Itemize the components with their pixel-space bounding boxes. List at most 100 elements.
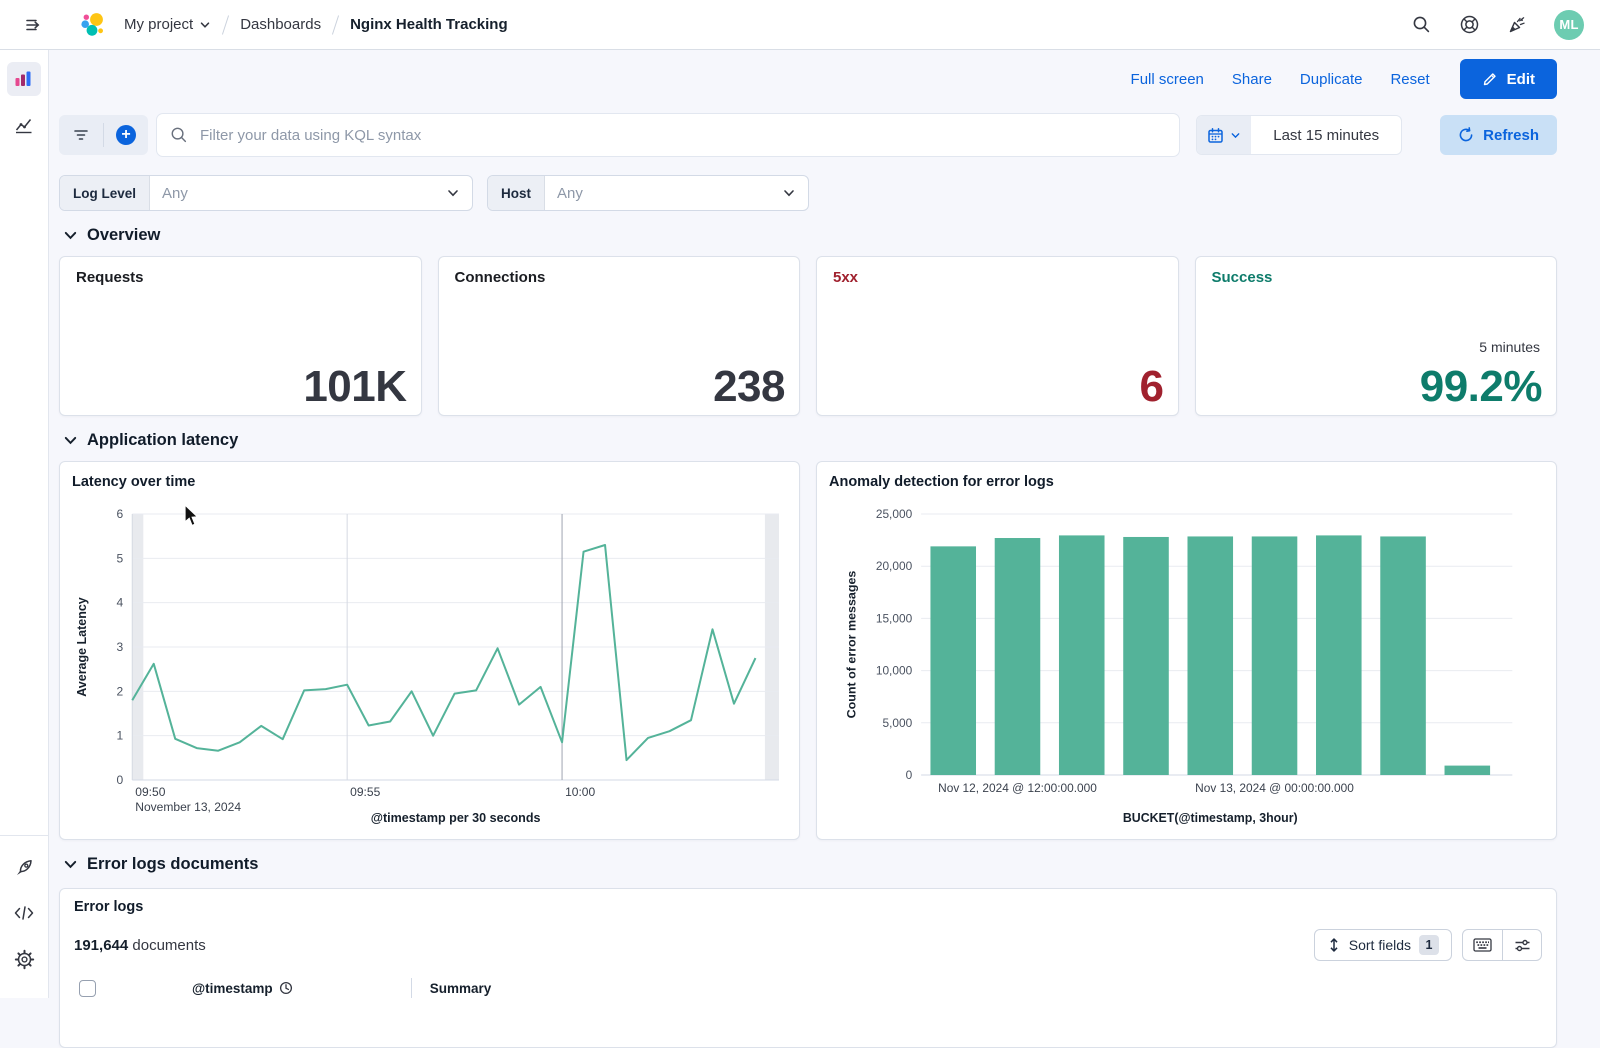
duplicate-button[interactable]: Duplicate — [1300, 71, 1363, 88]
top-header: My project Dashboards Nginx Health Track… — [0, 0, 1600, 50]
menu-toggle-button[interactable] — [16, 8, 50, 42]
sidebar-item-devtools[interactable] — [7, 896, 41, 930]
project-name: My project — [124, 16, 193, 33]
elastic-logo-icon — [78, 10, 108, 40]
svg-text:09:50: 09:50 — [135, 785, 165, 799]
search-icon — [170, 126, 188, 144]
svg-text:4: 4 — [117, 596, 124, 610]
filter-icon — [72, 127, 90, 143]
section-error-docs-title: Error logs documents — [87, 855, 258, 874]
left-sidebar — [0, 50, 49, 998]
sort-fields-label: Sort fields — [1349, 937, 1411, 953]
timestamp-column-label: @timestamp — [192, 981, 273, 996]
breadcrumb-project[interactable]: My project — [124, 16, 211, 33]
sidebar-item-visualize[interactable] — [7, 108, 41, 142]
section-latency-toggle[interactable]: Application latency — [63, 431, 1557, 450]
svg-text:10,000: 10,000 — [876, 664, 913, 678]
metric-cards-row: Requests 101K Connections 238 5xx 6 Succ… — [59, 256, 1557, 416]
sort-count-badge: 1 — [1419, 935, 1439, 955]
line-chart-icon — [14, 115, 34, 135]
svg-text:6: 6 — [117, 507, 124, 521]
sidebar-item-launch[interactable] — [7, 850, 41, 884]
log-level-filter-label: Log Level — [60, 176, 150, 210]
svg-text:5: 5 — [117, 551, 124, 565]
sidebar-item-dashboards[interactable] — [7, 62, 41, 96]
dashboard-toolbar: Full screen Share Duplicate Reset Edit — [59, 59, 1557, 99]
chevron-down-icon — [782, 186, 796, 200]
document-count: 191,644 documents — [74, 937, 206, 954]
menu-icon — [23, 15, 43, 35]
column-header-summary[interactable]: Summary — [430, 981, 492, 996]
grid-display-buttons — [1462, 929, 1542, 961]
svg-text:5,000: 5,000 — [882, 716, 912, 730]
breadcrumb-separator — [332, 15, 339, 34]
metric-title: 5xx — [833, 269, 1162, 286]
breadcrumb: My project Dashboards Nginx Health Track… — [124, 15, 508, 35]
section-overview-toggle[interactable]: Overview — [63, 226, 1557, 245]
svg-text:25,000: 25,000 — [876, 507, 913, 521]
column-separator — [411, 978, 412, 998]
svg-text:Nov 13, 2024 @ 00:00:00.000: Nov 13, 2024 @ 00:00:00.000 — [1195, 781, 1354, 795]
svg-text:15,000: 15,000 — [876, 611, 913, 625]
avatar[interactable]: ML — [1554, 10, 1584, 40]
svg-text:@timestamp per 30 seconds: @timestamp per 30 seconds — [371, 811, 541, 825]
calendar-menu-button[interactable] — [1197, 116, 1251, 154]
party-popper-icon — [1507, 14, 1528, 35]
time-range-value[interactable]: Last 15 minutes — [1251, 116, 1401, 154]
section-latency-title: Application latency — [87, 431, 238, 450]
refresh-button[interactable]: Refresh — [1440, 115, 1557, 155]
anomaly-bar-chart[interactable]: 05,00010,00015,00020,00025,000Nov 12, 20… — [829, 494, 1544, 828]
dashboard-content: Full screen Share Duplicate Reset Edit — [49, 50, 1600, 998]
svg-text:09:55: 09:55 — [350, 785, 380, 799]
chevron-down-icon — [1230, 130, 1241, 141]
latency-chart-panel: Latency over time 012345609:5009:5510:00… — [59, 461, 800, 840]
whats-new-button[interactable] — [1506, 14, 1528, 36]
svg-text:0: 0 — [906, 768, 913, 782]
code-icon — [13, 904, 35, 922]
logs-table-header: @timestamp Summary — [74, 978, 1542, 998]
error-logs-panel-title: Error logs — [74, 899, 1542, 915]
plus-icon: + — [116, 125, 136, 145]
summary-column-label: Summary — [430, 981, 492, 996]
display-options-button[interactable] — [1502, 930, 1541, 960]
rocket-icon — [14, 857, 35, 878]
dashboards-icon — [14, 69, 34, 89]
breadcrumb-dashboards[interactable]: Dashboards — [240, 16, 321, 33]
sidebar-item-settings[interactable] — [7, 942, 41, 976]
metric-value: 238 — [713, 365, 785, 409]
breadcrumb-separator — [222, 15, 229, 34]
document-count-suffix: documents — [128, 937, 206, 954]
sort-fields-button[interactable]: Sort fields 1 — [1314, 929, 1452, 961]
sort-icon — [1327, 937, 1341, 953]
log-level-filter-dropdown[interactable]: Log Level Any — [59, 175, 473, 211]
search-button[interactable] — [1410, 14, 1432, 36]
svg-text:BUCKET(@timestamp, 3hour): BUCKET(@timestamp, 3hour) — [1123, 811, 1298, 825]
latency-line-chart[interactable]: 012345609:5009:5510:00November 13, 2024@… — [72, 494, 787, 828]
saved-filters-button[interactable] — [59, 115, 103, 155]
section-error-docs-toggle[interactable]: Error logs documents — [63, 855, 1557, 874]
host-filter-dropdown[interactable]: Host Any — [487, 175, 809, 211]
svg-text:2: 2 — [117, 684, 124, 698]
metric-value: 101K — [303, 365, 406, 409]
query-bar: + — [59, 113, 1557, 157]
metric-value: 6 — [1140, 365, 1164, 409]
elastic-logo[interactable] — [76, 8, 110, 42]
anomaly-chart-panel: Anomaly detection for error logs 05,0001… — [816, 461, 1557, 840]
reset-button[interactable]: Reset — [1390, 71, 1429, 88]
metric-title: Connections — [455, 269, 784, 286]
svg-text:0: 0 — [117, 773, 124, 787]
document-count-number: 191,644 — [74, 937, 128, 954]
select-all-checkbox[interactable] — [79, 980, 96, 997]
share-button[interactable]: Share — [1232, 71, 1272, 88]
full-screen-button[interactable]: Full screen — [1131, 71, 1204, 88]
metric-subtitle: 5 minutes — [1479, 339, 1540, 355]
svg-text:Count of error messages: Count of error messages — [845, 571, 859, 719]
edit-button[interactable]: Edit — [1460, 59, 1557, 99]
full-screen-grid-button[interactable] — [1463, 930, 1502, 960]
kql-search-input[interactable] — [198, 126, 1166, 145]
add-filter-button[interactable]: + — [104, 115, 148, 155]
help-button[interactable] — [1458, 14, 1480, 36]
keyboard-icon — [1473, 938, 1492, 952]
calendar-icon — [1207, 127, 1224, 144]
column-header-timestamp[interactable]: @timestamp — [192, 981, 293, 996]
